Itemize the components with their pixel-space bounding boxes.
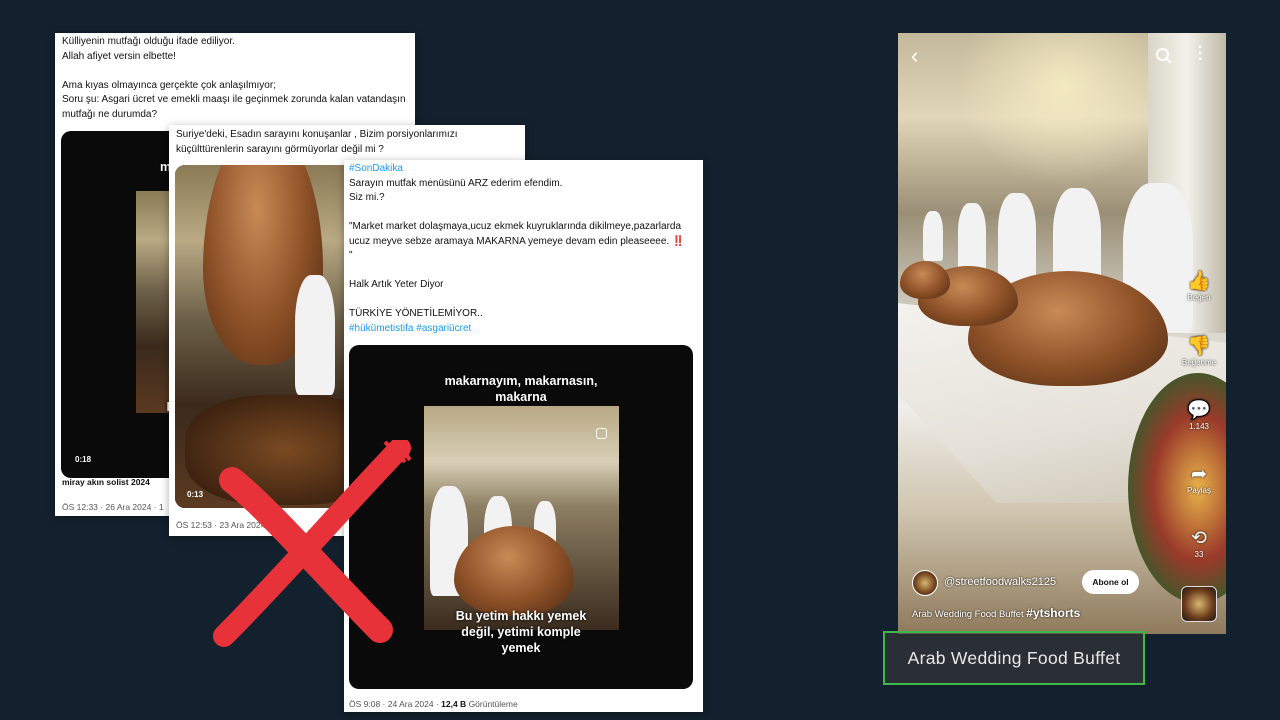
sound-thumbnail[interactable] bbox=[1181, 586, 1217, 622]
channel-name[interactable]: @streetfoodwalks2125 bbox=[944, 576, 1056, 588]
video-title-text: Arab Wedding Food Buffet bbox=[912, 609, 1024, 620]
subscribe-button[interactable]: Abone ol bbox=[1082, 570, 1139, 594]
views-count: 12,4 B bbox=[441, 699, 467, 709]
hashtag-link[interactable]: #ytshorts bbox=[1026, 606, 1080, 620]
tweet-date: ÖS 9:08 · 24 Ara 2024 · bbox=[349, 699, 442, 709]
hashtag-link[interactable]: #SonDakika bbox=[349, 162, 403, 177]
hashtag-links[interactable]: #hükümetistifa #asgariücret bbox=[349, 322, 471, 337]
video-frame bbox=[424, 406, 619, 630]
like-label: Beğen bbox=[1187, 293, 1211, 302]
remix-count: 33 bbox=[1194, 550, 1204, 559]
remix-icon: ⟲ bbox=[1191, 528, 1207, 549]
remix-button[interactable]: ⟲ 33 bbox=[1179, 528, 1219, 559]
video-duration: 0:18 bbox=[75, 455, 92, 464]
comment-icon: 💬 bbox=[1187, 400, 1211, 421]
dislike-button[interactable]: 👎 Beğenme bbox=[1179, 336, 1219, 367]
video-overlay-top-text: makarnayım, makarnasın, makarna bbox=[444, 374, 598, 404]
back-arrow-icon[interactable]: ‹ bbox=[911, 43, 918, 69]
comments-count: 1.143 bbox=[1188, 422, 1210, 431]
tweet-text: Suriye'deki, Esadın sarayını konuşanlar … bbox=[176, 129, 458, 155]
like-button[interactable]: 👍 Beğen bbox=[1179, 271, 1219, 302]
thumbs-down-icon: 👎 bbox=[1187, 336, 1211, 357]
comments-button[interactable]: 💬 1.143 bbox=[1179, 400, 1219, 431]
chef bbox=[295, 275, 335, 395]
tweet-text: Külliyenin mutfağı olduğu ifade ediliyor… bbox=[62, 36, 406, 120]
tweet-author[interactable]: miray akın solist 2024 bbox=[62, 477, 150, 487]
share-icon: ➦ bbox=[1191, 464, 1207, 485]
channel-avatar[interactable] bbox=[912, 570, 938, 596]
video-title: Arab Wedding Food Buffet #ytshorts bbox=[912, 606, 1080, 620]
instagram-icon bbox=[596, 428, 607, 439]
serving-dome bbox=[454, 526, 574, 616]
chef bbox=[923, 211, 943, 261]
share-label: Paylaş bbox=[1186, 486, 1211, 495]
shorts-player[interactable]: ‹ · · · 👍 Beğen 👎 Beğenme 💬 1.143 ➦ Paylaş ⟲ 33… bbox=[898, 33, 1226, 634]
video-duration: 0:13 bbox=[187, 490, 204, 499]
chef bbox=[958, 203, 986, 273]
red-cross-mark bbox=[213, 440, 412, 647]
tweet-text: Sarayın mutfak menüsünü ARZ ederim efend… bbox=[349, 177, 685, 320]
video-overlay-bottom-text: Bu yetim hakkı yemek değil, yetimi kompl… bbox=[455, 609, 587, 655]
search-icon[interactable] bbox=[1155, 47, 1173, 65]
views-label: Görüntüleme bbox=[468, 699, 518, 709]
serving-dome bbox=[900, 261, 950, 299]
chef bbox=[998, 193, 1036, 283]
tweet-timestamp[interactable]: ÖS 12:33 · 26 Ara 2024 · 1 bbox=[62, 502, 164, 512]
thumbs-up-icon: 👍 bbox=[1187, 271, 1211, 292]
caption-label: Arab Wedding Food Buffet bbox=[883, 631, 1145, 685]
tweet-timestamp[interactable]: ÖS 9:08 · 24 Ara 2024 · 12,4 B Görüntüle… bbox=[349, 699, 518, 709]
share-button[interactable]: ➦ Paylaş bbox=[1179, 464, 1219, 495]
dislike-label: Beğenme bbox=[1181, 358, 1217, 367]
more-options-icon[interactable]: · · · bbox=[1198, 40, 1203, 68]
